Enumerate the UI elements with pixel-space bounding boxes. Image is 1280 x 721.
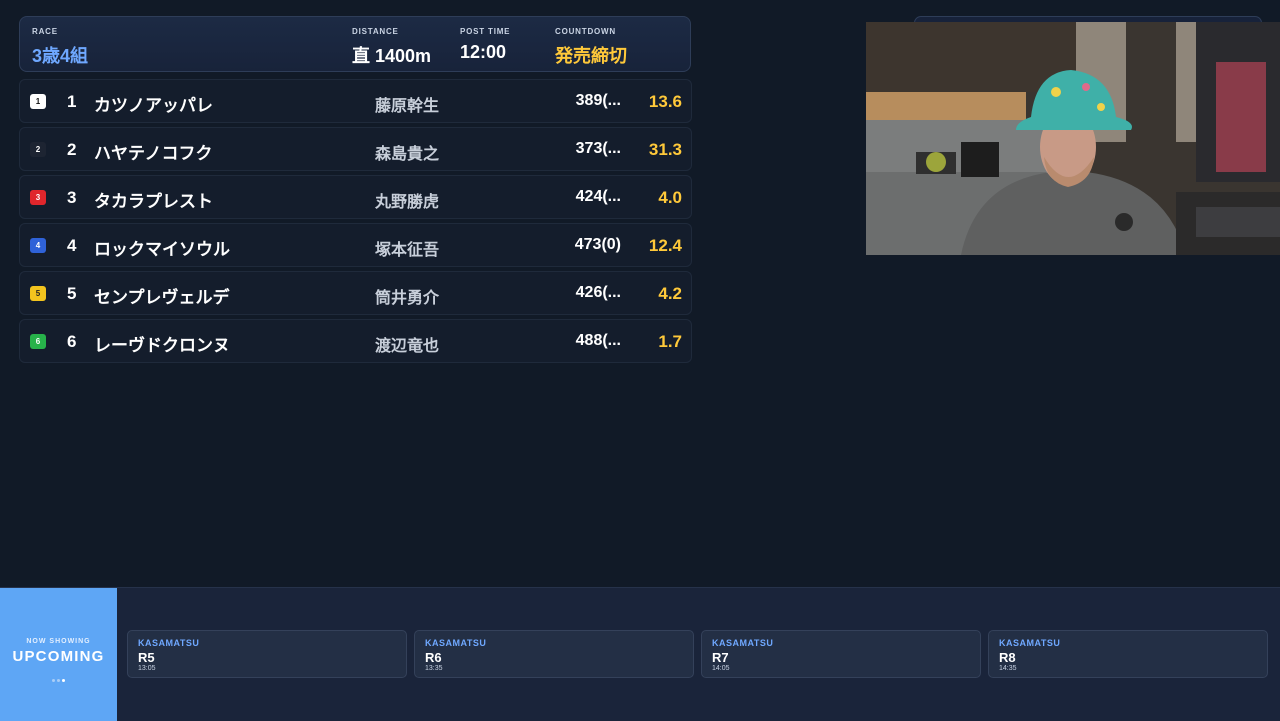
- runner-number: 4: [67, 236, 77, 255]
- now-showing-label: NOW SHOWING: [26, 638, 91, 645]
- countdown-label: COUNTDOWN: [555, 27, 616, 36]
- upcoming-race-card[interactable]: KASAMATSU R7 14:05: [701, 630, 981, 678]
- post-time-value: 12:00: [460, 42, 507, 62]
- post-number-badge: 5: [30, 286, 46, 301]
- jockey-name: 筒井勇介: [375, 290, 440, 307]
- win-odds: 1.7: [658, 332, 682, 351]
- runner-row: 6 6 レーヴドクロンヌ 渡辺竜也 488(... 1.7: [19, 319, 692, 363]
- runner-row: 2 2 ハヤテノコフク 森島貴之 373(... 31.3: [19, 127, 692, 171]
- race-time: 13:35: [425, 665, 443, 672]
- race-number: R5: [138, 650, 155, 665]
- webcam-feed: [866, 22, 1280, 255]
- upcoming-race-card[interactable]: KASAMATSU R6 13:35: [414, 630, 694, 678]
- jockey-name: 丸野勝虎: [375, 194, 440, 211]
- race-number: R7: [712, 650, 729, 665]
- race-number: R6: [425, 650, 442, 665]
- win-odds: 12.4: [648, 236, 682, 255]
- horse-weight: 488(...: [575, 332, 621, 349]
- race-header: RACE 3歳4組 DISTANCE 直 1400m POST TIME 12:…: [19, 16, 691, 72]
- venue-name: KASAMATSU: [999, 638, 1061, 648]
- upcoming-race-card[interactable]: KASAMATSU R5 13:05: [127, 630, 407, 678]
- horse-weight: 373(...: [575, 140, 621, 157]
- jockey-name: 森島貴之: [375, 146, 440, 163]
- post-number-badge: 6: [30, 334, 46, 349]
- horse-name: カツノアッパレ: [94, 96, 213, 115]
- win-odds: 4.0: [658, 188, 682, 207]
- horse-name: ロックマイソウル: [94, 240, 230, 259]
- runner-row: 1 1 カツノアッパレ 藤原幹生 389(... 13.6: [19, 79, 692, 123]
- runner-row: 5 5 センプレヴェルデ 筒井勇介 426(... 4.2: [19, 271, 692, 315]
- venue-name: KASAMATSU: [712, 638, 774, 648]
- venue-name: KASAMATSU: [138, 638, 200, 648]
- page-dot-active: [62, 679, 65, 682]
- race-time: 14:35: [999, 665, 1017, 672]
- countdown-value: 発売締切: [555, 46, 627, 66]
- upcoming-race-card[interactable]: KASAMATSU R8 14:35: [988, 630, 1268, 678]
- distance-label: DISTANCE: [352, 27, 399, 36]
- horse-weight: 473(0): [574, 236, 621, 253]
- post-number-badge: 1: [30, 94, 46, 109]
- horse-name: ハヤテノコフク: [94, 144, 213, 163]
- race-label: RACE: [32, 27, 58, 36]
- post-time-label: POST TIME: [460, 27, 511, 36]
- race-number: R8: [999, 650, 1016, 665]
- jockey-name: 藤原幹生: [375, 98, 440, 115]
- race-time: 14:05: [712, 665, 730, 672]
- runner-number: 5: [67, 284, 77, 303]
- runner-list: 1 1 カツノアッパレ 藤原幹生 389(... 13.6 2 2 ハヤテノコフ…: [19, 79, 692, 367]
- runner-number: 2: [67, 140, 77, 159]
- post-number-badge: 3: [30, 190, 46, 205]
- page-dot: [52, 679, 55, 682]
- post-number-badge: 4: [30, 238, 46, 253]
- venue-name: KASAMATSU: [425, 638, 487, 648]
- horse-name: センプレヴェルデ: [94, 288, 230, 307]
- horse-name: タカラプレスト: [94, 192, 213, 211]
- horse-name: レーヴドクロンヌ: [94, 336, 230, 355]
- win-odds: 4.2: [658, 284, 682, 303]
- post-number-badge: 2: [30, 142, 46, 157]
- win-odds: 31.3: [648, 140, 682, 159]
- page-indicator: [0, 669, 117, 687]
- now-showing-panel: NOW SHOWING UPCOMING: [0, 588, 117, 721]
- jockey-name: 渡辺竜也: [375, 338, 440, 355]
- webcam-image: [866, 22, 1280, 255]
- distance-value: 直 1400m: [352, 46, 432, 66]
- runner-row: 4 4 ロックマイソウル 塚本征吾 473(0) 12.4: [19, 223, 692, 267]
- runner-row: 3 3 タカラプレスト 丸野勝虎 424(... 4.0: [19, 175, 692, 219]
- runner-number: 3: [67, 188, 77, 207]
- horse-weight: 389(...: [575, 92, 621, 109]
- race-time: 13:05: [138, 665, 156, 672]
- upcoming-label: UPCOMING: [12, 648, 105, 665]
- page-dot: [57, 679, 60, 682]
- horse-weight: 424(...: [575, 188, 621, 205]
- win-odds: 13.6: [648, 92, 682, 111]
- horse-weight: 426(...: [575, 284, 621, 301]
- race-name: 3歳4組: [32, 46, 89, 66]
- runner-number: 1: [67, 92, 77, 111]
- bottom-bar: NOW SHOWING UPCOMING KASAMATSU R5 13:05 …: [0, 587, 1280, 721]
- jockey-name: 塚本征吾: [375, 242, 440, 259]
- runner-number: 6: [67, 332, 77, 351]
